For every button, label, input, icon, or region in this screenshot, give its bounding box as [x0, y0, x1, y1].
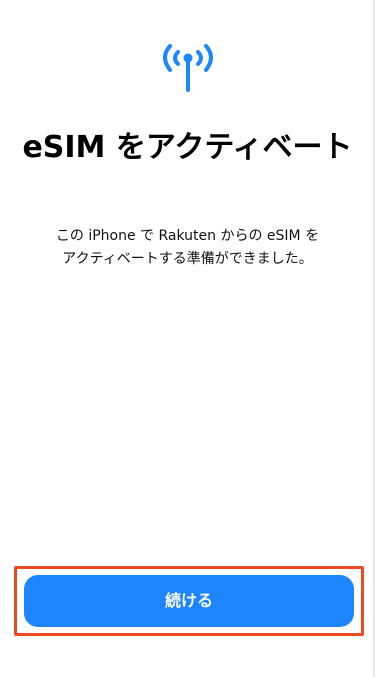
- antenna-signal-icon: [163, 44, 213, 92]
- page-title-line-1: eSIM をアクティベート: [22, 130, 353, 165]
- description-line-2: アクティベートする準備ができました。: [62, 251, 313, 267]
- page-title: eSIM をアクティベート: [0, 128, 375, 168]
- description-line-1: この iPhone で Rakuten からの eSIM を: [55, 228, 320, 244]
- continue-button[interactable]: 続ける: [24, 575, 354, 627]
- activation-description: この iPhone で Rakuten からの eSIM を アクティベートする…: [30, 225, 345, 271]
